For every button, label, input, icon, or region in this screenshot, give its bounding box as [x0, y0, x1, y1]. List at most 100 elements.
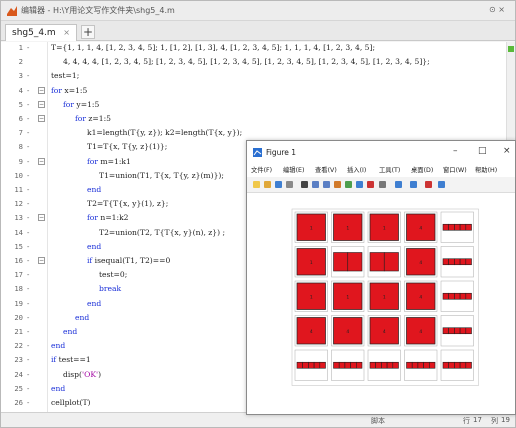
figure-window[interactable]: Figure 1 – □ × 文件(F) 编辑(E) 查看(V) 插入(I) 工…	[246, 140, 516, 415]
code-line[interactable]: end	[63, 327, 77, 336]
keyword: for	[51, 85, 63, 95]
breakpoint-marker[interactable]: -	[26, 327, 30, 336]
breakpoint-marker[interactable]: -	[26, 171, 30, 180]
code-line[interactable]: cellplot(T)	[51, 398, 91, 407]
matlab-logo-icon	[7, 6, 17, 16]
zoom-out-icon[interactable]	[322, 180, 331, 189]
code-line[interactable]: end	[87, 185, 101, 194]
show-plot-tools-icon[interactable]	[437, 180, 446, 189]
save-icon[interactable]	[274, 180, 283, 189]
breakpoint-marker[interactable]: -	[26, 384, 30, 393]
print-icon[interactable]	[285, 180, 294, 189]
code-line[interactable]: for m=1:k1	[87, 157, 131, 166]
breakpoint-marker[interactable]: -	[26, 43, 30, 52]
menu-edit[interactable]: 编辑(E)	[283, 165, 305, 174]
breakpoint-marker[interactable]: -	[26, 114, 30, 123]
brush-icon[interactable]	[366, 180, 375, 189]
new-tab-button[interactable]: +	[81, 25, 95, 39]
breakpoint-marker[interactable]: -	[26, 199, 30, 208]
code-line[interactable]: disp('OK')	[63, 370, 101, 379]
vector-element	[411, 361, 419, 369]
breakpoint-marker[interactable]: -	[26, 242, 30, 251]
code-line[interactable]: test=0;	[99, 270, 127, 279]
code-line[interactable]: T={1, 1, 1, 4, [1, 2, 3, 4, 5]; 1, [1, 2…	[51, 43, 375, 52]
zoom-in-icon[interactable]	[311, 180, 320, 189]
breakpoint-marker[interactable]: -	[26, 398, 30, 407]
code-line[interactable]: T2=T{T{x, y}(1), z};	[87, 199, 168, 208]
keyword: if	[87, 256, 93, 265]
menu-view[interactable]: 查看(V)	[315, 165, 337, 174]
menu-help[interactable]: 帮助(H)	[475, 165, 497, 174]
breakpoint-marker[interactable]: -	[26, 284, 30, 293]
breakpoint-marker[interactable]: -	[26, 299, 30, 308]
fold-toggle-icon[interactable]: −	[38, 257, 45, 264]
code-line[interactable]: T2=union(T2, T{T{x, y}(n), z}) ;	[99, 228, 225, 237]
breakpoint-marker[interactable]: -	[26, 71, 30, 80]
breakpoint-marker[interactable]: -	[26, 185, 30, 194]
fold-toggle-icon[interactable]: −	[38, 214, 45, 222]
breakpoint-marker[interactable]: -	[26, 142, 30, 151]
code-line[interactable]: if test==1	[51, 355, 91, 364]
tab-label: shg5_4.m	[12, 28, 56, 38]
pan-icon[interactable]	[333, 180, 342, 189]
menu-tools[interactable]: 工具(T)	[379, 165, 400, 174]
code-line[interactable]: end	[51, 341, 65, 350]
breakpoint-marker[interactable]: -	[26, 256, 30, 265]
tab-shg5-4[interactable]: shg5_4.m ×	[5, 24, 77, 41]
rotate-icon[interactable]	[344, 180, 353, 189]
breakpoint-marker[interactable]: -	[26, 213, 30, 222]
breakpoint-marker[interactable]: -	[26, 313, 30, 322]
tab-close-icon[interactable]: ×	[63, 28, 70, 37]
line-number: 11	[14, 185, 23, 194]
menu-file[interactable]: 文件(F)	[251, 165, 272, 174]
breakpoint-marker[interactable]: -	[26, 228, 30, 237]
open-icon[interactable]	[263, 180, 272, 189]
breakpoint-marker[interactable]: -	[26, 157, 30, 166]
fold-toggle-icon[interactable]: −	[38, 86, 45, 94]
breakpoint-marker[interactable]: -	[26, 341, 30, 350]
code-line[interactable]: test=1;	[51, 71, 79, 80]
editor-window-controls[interactable]: ⊙ ×	[489, 5, 505, 14]
line-number: 16	[14, 256, 23, 265]
fold-toggle-icon[interactable]: −	[38, 115, 45, 122]
code-line[interactable]: 4, 4, 4, 4, [1, 2, 3, 4, 5]; [1, 2, 3, 4…	[63, 57, 430, 66]
breakpoint-marker[interactable]: -	[26, 270, 30, 279]
menu-desktop[interactable]: 桌面(D)	[411, 165, 433, 174]
breakpoint-marker[interactable]: -	[26, 370, 30, 379]
breakpoint-marker[interactable]: -	[26, 100, 30, 109]
pointer-icon[interactable]	[300, 180, 309, 189]
data-cursor-icon[interactable]	[355, 180, 364, 189]
line-number: 3	[18, 71, 23, 81]
code-line[interactable]: for n=1:k2	[87, 213, 129, 222]
code-line[interactable]: T1=T{x, T{y, z}(1)};	[87, 142, 167, 151]
vector-element	[465, 258, 472, 266]
menu-insert[interactable]: 插入(I)	[347, 165, 366, 174]
maximize-button[interactable]: □	[478, 146, 487, 156]
fold-toggle-icon[interactable]: −	[38, 100, 45, 108]
code-line[interactable]: if isequal(T1, T2)==0	[87, 256, 170, 265]
code-line[interactable]: end	[51, 384, 65, 393]
breakpoint-marker[interactable]: -	[26, 128, 30, 137]
code-line[interactable]: break	[99, 284, 121, 293]
vector-element	[442, 223, 449, 231]
line-number: 7	[18, 128, 23, 138]
code-line[interactable]: end	[87, 242, 101, 251]
menu-window[interactable]: 窗口(W)	[443, 165, 467, 174]
hide-plot-tools-icon[interactable]	[424, 180, 433, 189]
colorbar-icon[interactable]	[394, 180, 403, 189]
code-line[interactable]: for y=1:5	[63, 100, 99, 109]
breakpoint-marker[interactable]: -	[26, 86, 30, 95]
code-line[interactable]: end	[75, 313, 89, 322]
fold-toggle-icon[interactable]: −	[38, 157, 45, 165]
link-icon[interactable]	[378, 180, 387, 189]
minimize-button[interactable]: –	[453, 146, 458, 156]
code-line[interactable]: for z=1:5	[75, 114, 111, 123]
code-line[interactable]: for x=1:5	[51, 86, 87, 95]
code-line[interactable]: end	[87, 299, 101, 308]
code-line[interactable]: T1=union(T1, T{x, T{y, z}(m)});	[99, 171, 224, 180]
breakpoint-marker[interactable]: -	[26, 355, 30, 364]
legend-icon[interactable]	[409, 180, 418, 189]
close-button[interactable]: ×	[503, 146, 511, 156]
new-figure-icon[interactable]	[252, 180, 261, 189]
code-line[interactable]: k1=length(T{y, z}); k2=length(T{x, y});	[87, 128, 242, 137]
